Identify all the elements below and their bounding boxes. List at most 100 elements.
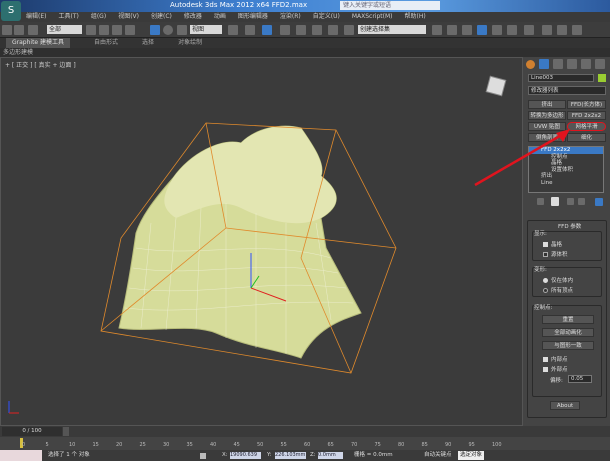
render-setup-icon[interactable]: [542, 25, 552, 35]
tab-graphite[interactable]: Graphite 建模工具: [6, 38, 71, 48]
y-field[interactable]: 226.103mm: [275, 452, 306, 459]
link-icon[interactable]: [2, 25, 12, 35]
track-bar[interactable]: 0 5 10 15 20 25 30 35 40 45 50 55 60 65 70 75 80 85 90 95 10…: [0, 437, 610, 450]
mesh-top: [164, 126, 337, 224]
viewcube-icon: [485, 75, 507, 97]
tab-selection[interactable]: 选择: [142, 38, 154, 48]
time-slider[interactable]: 0 / 100: [0, 426, 610, 437]
selection-filter-dropdown[interactable]: 全部: [47, 25, 82, 34]
menu-customize[interactable]: 自定义(U): [313, 12, 340, 22]
snap-toggle-icon[interactable]: [280, 25, 290, 35]
inside-points-checkbox[interactable]: 内部点: [543, 355, 568, 363]
next-frame-icon[interactable]: [63, 427, 69, 436]
inside-radio[interactable]: 仅在体内: [543, 276, 573, 284]
remove-modifier-icon[interactable]: [578, 198, 585, 205]
lattice-checkbox[interactable]: 晶格: [543, 240, 562, 248]
tab-freeform[interactable]: 自由形式: [94, 38, 118, 48]
curve-editor-icon[interactable]: [492, 25, 502, 35]
make-unique-icon[interactable]: [567, 198, 574, 205]
animate-all-button[interactable]: 全部动画化: [542, 328, 594, 337]
outside-points-checkbox[interactable]: 外部点: [543, 365, 568, 373]
object-name-field[interactable]: Line003: [528, 74, 594, 82]
btn-extrude[interactable]: 挤出: [528, 100, 566, 109]
tab-object-paint[interactable]: 对象绘制: [178, 38, 202, 48]
menu-help[interactable]: 帮助(H): [405, 12, 426, 22]
key-filter-dropdown[interactable]: 选定对象: [458, 451, 485, 460]
window-crossing-icon[interactable]: [125, 25, 135, 35]
menu-tools[interactable]: 工具(T): [58, 12, 78, 22]
rollout-title[interactable]: FFD 参数: [558, 222, 581, 230]
pin-stack-icon[interactable]: [537, 198, 544, 205]
btn-ffd-box[interactable]: FFD(长方体): [567, 100, 606, 109]
timeline-tick: 10: [69, 442, 76, 448]
percent-snap-icon[interactable]: [312, 25, 322, 35]
all-vertices-radio[interactable]: 所有顶点: [543, 286, 573, 294]
utilities-tab-icon[interactable]: [595, 59, 605, 69]
select-by-name-icon[interactable]: [99, 25, 109, 35]
bind-space-warp-icon[interactable]: [28, 25, 38, 35]
x-field[interactable]: 19090.639: [230, 452, 261, 459]
app-logo[interactable]: S: [1, 1, 21, 21]
menu-maxscript[interactable]: MAXScript(M): [352, 12, 393, 22]
material-editor-icon[interactable]: [524, 25, 534, 35]
viewport[interactable]: + [ 正交 ] [ 真实 + 边面 ]: [0, 57, 523, 426]
graphite-toggle-icon[interactable]: [477, 25, 487, 35]
frame-counter[interactable]: 0 / 100: [2, 427, 62, 436]
named-selection-dropdown[interactable]: 创建选择集: [358, 25, 426, 34]
command-panel: Line003 修改器列表 挤出 FFD(长方体) 转换为多边形 FFD 2x2…: [523, 57, 610, 426]
keyboard-shortcut-icon[interactable]: [262, 25, 272, 35]
scale-icon[interactable]: [177, 25, 187, 35]
render-icon[interactable]: [572, 25, 582, 35]
timeline-tick: 60: [304, 442, 311, 448]
conform-to-shape-button[interactable]: 与图形一致: [542, 341, 594, 350]
lock-icon[interactable]: [200, 453, 206, 459]
rect-selection-icon[interactable]: [112, 25, 122, 35]
maxscript-listener[interactable]: [0, 450, 42, 461]
edit-named-sel-icon[interactable]: [344, 25, 354, 35]
timeline-tick: 45: [233, 442, 240, 448]
rotate-icon[interactable]: [163, 25, 173, 35]
deform-label: 变形:: [534, 267, 547, 273]
menu-animation[interactable]: 动画: [214, 12, 226, 22]
reset-button[interactable]: 重置: [542, 315, 594, 324]
unlink-icon[interactable]: [14, 25, 24, 35]
show-end-result-icon[interactable]: [551, 197, 559, 206]
z-field[interactable]: 0.0mm: [318, 452, 343, 459]
menu-view[interactable]: 视图(V): [118, 12, 139, 22]
source-volume-checkbox[interactable]: 源体积: [543, 250, 568, 258]
angle-snap-icon[interactable]: [296, 25, 306, 35]
schematic-view-icon[interactable]: [507, 25, 517, 35]
menu-graph-editors[interactable]: 图形编辑器: [238, 12, 268, 22]
modify-tab-icon[interactable]: [539, 59, 549, 69]
menu-edit[interactable]: 编辑(E): [26, 12, 46, 22]
layer-manager-icon[interactable]: [462, 25, 472, 35]
select-manipulate-icon[interactable]: [245, 25, 255, 35]
ribbon-panel-label[interactable]: 多边形建模: [0, 48, 610, 57]
hierarchy-tab-icon[interactable]: [553, 59, 563, 69]
ref-coord-dropdown[interactable]: 视图: [190, 25, 222, 34]
about-button[interactable]: About: [550, 401, 580, 410]
pivot-icon[interactable]: [228, 25, 238, 35]
create-tab-icon[interactable]: [526, 60, 535, 69]
menu-rendering[interactable]: 渲染(R): [280, 12, 301, 22]
z-label: Z:: [310, 452, 316, 458]
menu-modifiers[interactable]: 修改器: [184, 12, 202, 22]
rendered-frame-icon[interactable]: [557, 25, 567, 35]
align-icon[interactable]: [447, 25, 457, 35]
object-color-swatch[interactable]: [598, 74, 606, 82]
menu-create[interactable]: 创建(C): [151, 12, 172, 22]
autokey-button[interactable]: 自动关键点: [424, 450, 452, 461]
all-vertices-label: 所有顶点: [551, 288, 574, 294]
search-input[interactable]: 键入关键字或短语: [340, 1, 440, 10]
spinner-snap-icon[interactable]: [328, 25, 338, 35]
move-icon[interactable]: [150, 25, 160, 35]
display-tab-icon[interactable]: [581, 59, 591, 69]
configure-sets-icon[interactable]: [595, 198, 603, 206]
offset-spinner[interactable]: 0.05: [568, 375, 592, 383]
menu-group[interactable]: 组(G): [91, 12, 106, 22]
mirror-icon[interactable]: [432, 25, 442, 35]
timeline-tick: 75: [374, 442, 381, 448]
modifier-list-dropdown[interactable]: 修改器列表: [528, 86, 606, 95]
select-object-icon[interactable]: [86, 25, 96, 35]
motion-tab-icon[interactable]: [567, 59, 577, 69]
